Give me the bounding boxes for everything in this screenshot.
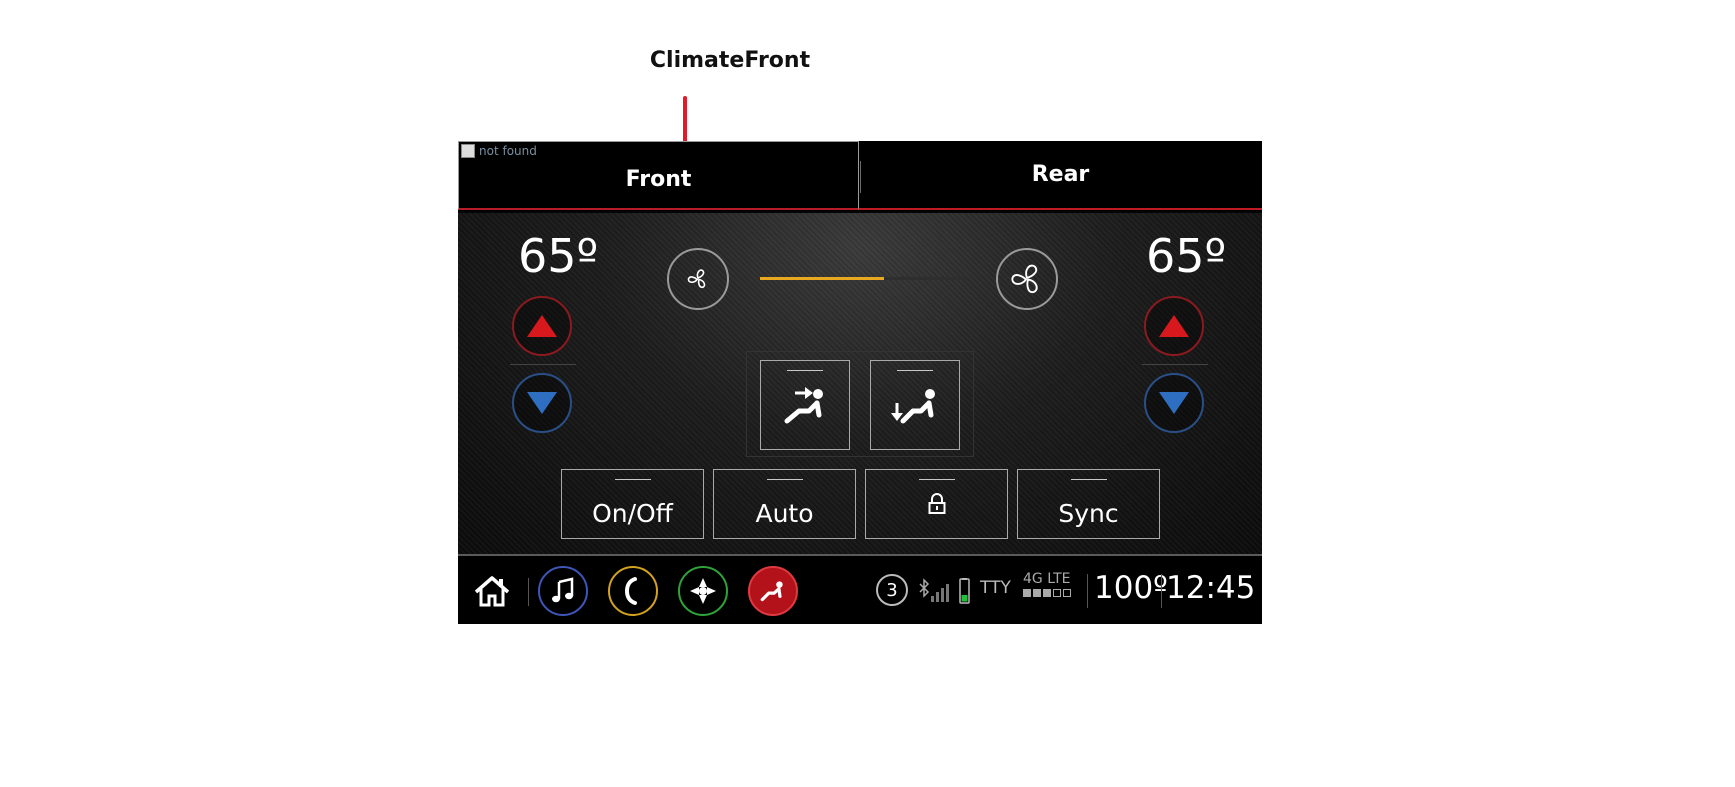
power-onoff-label: On/Off <box>592 499 673 528</box>
broken-image: not found <box>461 144 537 158</box>
broken-image-icon <box>461 144 475 158</box>
auto-button[interactable]: Auto <box>713 469 856 539</box>
seat-climate-icon <box>760 581 783 602</box>
broken-image-alt: not found <box>479 144 537 158</box>
right-temperature: 65º <box>1146 229 1227 283</box>
tab-bar: Front not found Rear <box>458 141 1262 211</box>
status-divider <box>1087 574 1088 608</box>
control-indicator-light <box>766 479 803 480</box>
tty-indicator: TTY <box>980 578 1011 598</box>
climate-app-button[interactable] <box>748 566 798 616</box>
navigation-app-button[interactable] <box>678 566 728 616</box>
network-indicator: 4G LTE <box>1023 572 1071 597</box>
left-temp-separator <box>510 364 576 365</box>
seat-face-vent-icon <box>784 387 823 424</box>
fan-speed-fill <box>760 277 884 280</box>
arrow-up-icon <box>1159 315 1189 337</box>
home-button[interactable] <box>472 574 512 612</box>
arrow-down-icon <box>527 392 557 414</box>
lock-icon <box>928 493 945 514</box>
power-onoff-button[interactable]: On/Off <box>561 469 704 539</box>
control-indicator-light <box>1070 479 1107 480</box>
app-bar-divider <box>528 578 529 606</box>
infotainment-screen: Front not found Rear 65º 65º On/Off Auto… <box>458 141 1262 624</box>
phone-app-button[interactable] <box>608 566 658 616</box>
bluetooth-signal-battery-icons <box>919 578 970 604</box>
sync-button[interactable]: Sync <box>1017 469 1160 539</box>
right-temp-up-button[interactable] <box>1144 296 1204 356</box>
network-strength-boxes <box>1023 589 1071 597</box>
right-temp-separator <box>1142 364 1208 365</box>
annotation-label: ClimateFront <box>649 48 811 73</box>
music-note-icon <box>552 577 574 603</box>
phone-icon <box>624 577 637 605</box>
home-icon <box>474 576 510 607</box>
outside-temperature: 100º <box>1094 570 1168 606</box>
seat-floor-vent-icon <box>891 389 935 424</box>
left-temp-down-button[interactable] <box>512 373 572 433</box>
fan-low-icon <box>687 269 706 289</box>
airflow-face-button[interactable] <box>760 360 850 450</box>
airflow-floor-button[interactable] <box>870 360 960 450</box>
clock: 12:45 <box>1166 570 1256 606</box>
tab-rear-label: Rear <box>1031 162 1090 187</box>
notification-count-badge[interactable]: 3 <box>876 574 908 606</box>
bottom-app-bar: 3 TTY 4G LTE 100º 12:45 <box>458 554 1262 624</box>
lock-button[interactable] <box>865 469 1008 539</box>
fan-high-icon <box>1011 264 1038 294</box>
climate-panel: 65º 65º On/Off Auto Sync <box>458 213 1262 554</box>
auto-label: Auto <box>755 499 814 528</box>
network-label: 4G LTE <box>1023 571 1071 587</box>
status-divider <box>1161 574 1162 608</box>
left-temperature: 65º <box>518 229 599 283</box>
fan-decrease-button[interactable] <box>667 248 729 310</box>
sync-label: Sync <box>1058 499 1119 528</box>
mode-indicator-light <box>787 370 823 371</box>
fan-increase-button[interactable] <box>996 248 1058 310</box>
arrow-down-icon <box>1159 392 1189 414</box>
mode-indicator-light <box>897 370 933 371</box>
right-temp-down-button[interactable] <box>1144 373 1204 433</box>
control-indicator-light <box>614 479 651 480</box>
fan-speed-slider[interactable] <box>760 277 966 280</box>
left-temp-up-button[interactable] <box>512 296 572 356</box>
tab-front-label: Front <box>625 166 692 192</box>
control-indicator-light <box>918 479 955 480</box>
tab-rear[interactable]: Rear <box>859 141 1262 210</box>
arrow-up-icon <box>527 315 557 337</box>
airflow-mode-group <box>746 351 974 457</box>
compass-icon <box>690 578 716 604</box>
media-app-button[interactable] <box>538 566 588 616</box>
